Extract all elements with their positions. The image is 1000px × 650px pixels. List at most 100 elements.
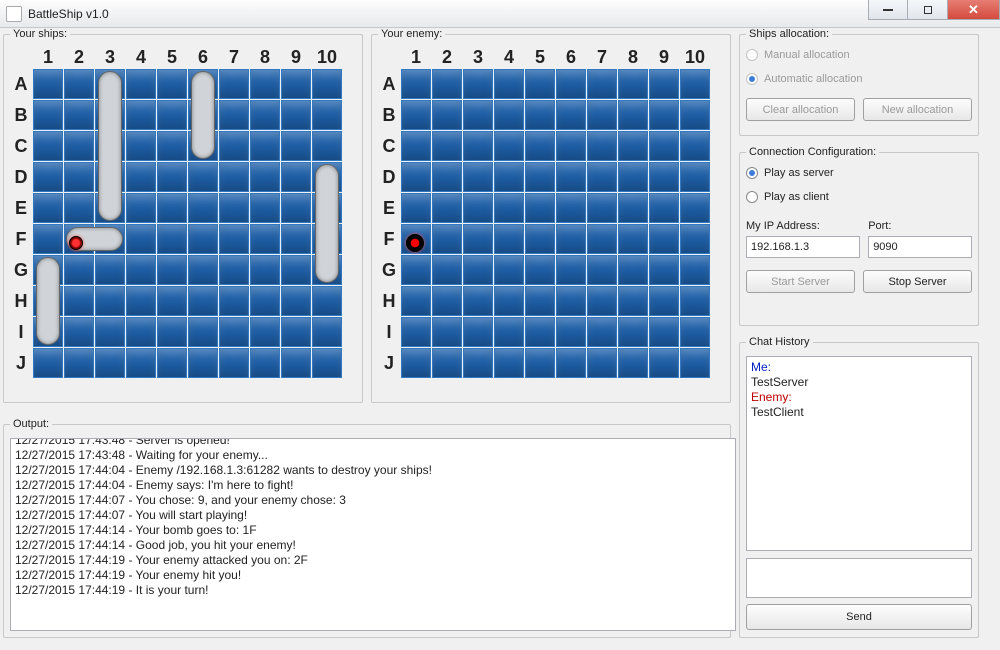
sea-cell[interactable]: [64, 100, 94, 130]
sea-cell[interactable]: [250, 162, 280, 192]
sea-cell[interactable]: [618, 348, 648, 378]
sea-cell[interactable]: [126, 100, 156, 130]
sea-cell[interactable]: [401, 286, 431, 316]
chat-history-box[interactable]: Me:TestServerEnemy:TestClient: [746, 356, 972, 551]
sea-cell[interactable]: [587, 69, 617, 99]
sea-cell[interactable]: [525, 317, 555, 347]
sea-cell[interactable]: [494, 100, 524, 130]
sea-cell[interactable]: [126, 224, 156, 254]
sea-cell[interactable]: [219, 286, 249, 316]
sea-cell[interactable]: [618, 69, 648, 99]
sea-cell[interactable]: [556, 348, 586, 378]
sea-cell[interactable]: [525, 69, 555, 99]
sea-cell[interactable]: [680, 286, 710, 316]
sea-cell[interactable]: [649, 317, 679, 347]
sea-cell[interactable]: [556, 131, 586, 161]
sea-cell[interactable]: [494, 286, 524, 316]
sea-cell[interactable]: [494, 193, 524, 223]
sea-cell[interactable]: [126, 162, 156, 192]
sea-cell[interactable]: [680, 224, 710, 254]
sea-cell[interactable]: [312, 69, 342, 99]
sea-cell[interactable]: [219, 162, 249, 192]
sea-cell[interactable]: [95, 255, 125, 285]
play-as-client-radio[interactable]: Play as client: [746, 188, 972, 206]
sea-cell[interactable]: [250, 255, 280, 285]
sea-cell[interactable]: [432, 193, 462, 223]
sea-cell[interactable]: [432, 131, 462, 161]
sea-cell[interactable]: [556, 162, 586, 192]
sea-cell[interactable]: [250, 100, 280, 130]
sea-cell[interactable]: [463, 224, 493, 254]
sea-cell[interactable]: [587, 317, 617, 347]
sea-cell[interactable]: [219, 255, 249, 285]
sea-cell[interactable]: [556, 193, 586, 223]
chat-input[interactable]: [746, 558, 972, 598]
sea-cell[interactable]: [494, 69, 524, 99]
sea-cell[interactable]: [463, 69, 493, 99]
your-board[interactable]: 12345678910ABCDEFGHIJ: [10, 46, 342, 378]
sea-cell[interactable]: [250, 348, 280, 378]
sea-cell[interactable]: [64, 255, 94, 285]
sea-cell[interactable]: [126, 69, 156, 99]
sea-cell[interactable]: [401, 348, 431, 378]
sea-cell[interactable]: [64, 286, 94, 316]
sea-cell[interactable]: [649, 193, 679, 223]
sea-cell[interactable]: [401, 162, 431, 192]
sea-cell[interactable]: [680, 317, 710, 347]
sea-cell[interactable]: [587, 224, 617, 254]
sea-cell[interactable]: [556, 255, 586, 285]
maximize-button[interactable]: [908, 0, 948, 20]
sea-cell[interactable]: [250, 131, 280, 161]
sea-cell[interactable]: [126, 286, 156, 316]
sea-cell[interactable]: [188, 162, 218, 192]
sea-cell[interactable]: [33, 162, 63, 192]
sea-cell[interactable]: [219, 348, 249, 378]
sea-cell[interactable]: [618, 193, 648, 223]
sea-cell[interactable]: [95, 286, 125, 316]
sea-cell[interactable]: [401, 69, 431, 99]
sea-cell[interactable]: [401, 255, 431, 285]
sea-cell[interactable]: [188, 193, 218, 223]
sea-cell[interactable]: [618, 286, 648, 316]
sea-cell[interactable]: [463, 100, 493, 130]
sea-cell[interactable]: [525, 348, 555, 378]
sea-cell[interactable]: [494, 255, 524, 285]
sea-cell[interactable]: [281, 348, 311, 378]
enemy-board[interactable]: 12345678910ABCDEFGHIJ: [378, 46, 710, 378]
port-input[interactable]: 9090: [868, 236, 972, 258]
sea-cell[interactable]: [188, 348, 218, 378]
sea-cell[interactable]: [33, 69, 63, 99]
sea-cell[interactable]: [281, 162, 311, 192]
sea-cell[interactable]: [157, 317, 187, 347]
sea-cell[interactable]: [312, 317, 342, 347]
sea-cell[interactable]: [587, 193, 617, 223]
sea-cell[interactable]: [157, 131, 187, 161]
sea-cell[interactable]: [649, 100, 679, 130]
sea-cell[interactable]: [250, 317, 280, 347]
sea-cell[interactable]: [281, 317, 311, 347]
sea-cell[interactable]: [680, 348, 710, 378]
sea-cell[interactable]: [312, 100, 342, 130]
minimize-button[interactable]: [868, 0, 908, 20]
sea-cell[interactable]: [64, 162, 94, 192]
sea-cell[interactable]: [463, 193, 493, 223]
play-as-server-radio[interactable]: Play as server: [746, 164, 972, 182]
sea-cell[interactable]: [281, 69, 311, 99]
sea-cell[interactable]: [680, 255, 710, 285]
sea-cell[interactable]: [525, 224, 555, 254]
sea-cell[interactable]: [587, 348, 617, 378]
sea-cell[interactable]: [432, 224, 462, 254]
sea-cell[interactable]: [680, 193, 710, 223]
sea-cell[interactable]: [33, 193, 63, 223]
sea-cell[interactable]: [618, 255, 648, 285]
sea-cell[interactable]: [401, 131, 431, 161]
sea-cell[interactable]: [463, 162, 493, 192]
sea-cell[interactable]: [188, 224, 218, 254]
sea-cell[interactable]: [587, 100, 617, 130]
sea-cell[interactable]: [64, 348, 94, 378]
sea-cell[interactable]: [463, 317, 493, 347]
sea-cell[interactable]: [157, 348, 187, 378]
sea-cell[interactable]: [649, 224, 679, 254]
sea-cell[interactable]: [219, 131, 249, 161]
sea-cell[interactable]: [649, 162, 679, 192]
